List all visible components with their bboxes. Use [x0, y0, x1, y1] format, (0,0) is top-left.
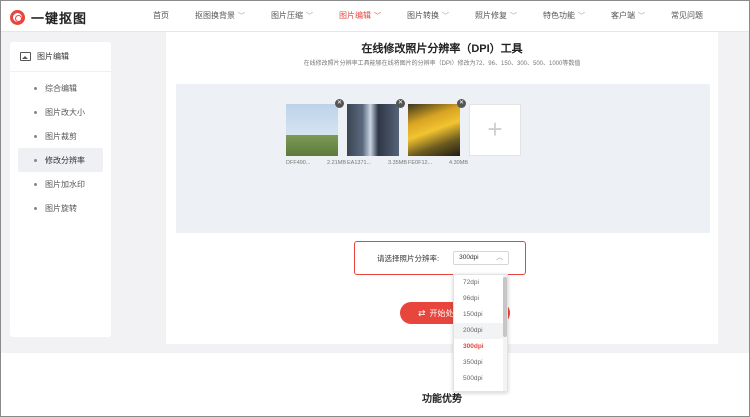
bullet-icon: [34, 158, 37, 162]
sidebar-item[interactable]: 修改分辨率: [18, 148, 103, 172]
dropdown-option[interactable]: 72dpi: [454, 275, 505, 291]
bullet-icon: [34, 86, 37, 90]
lower-section-bg: [0, 353, 750, 417]
sidebar-item[interactable]: 图片旋转: [18, 196, 103, 220]
thumbnail-image: [408, 104, 460, 156]
nav-item[interactable]: 图片转换 ﹀: [394, 0, 462, 32]
resolution-label: 请选择照片分辨率:: [377, 253, 440, 263]
nav-item[interactable]: 图片编辑 ﹀: [326, 0, 394, 32]
chevron-down-icon: ﹀: [238, 13, 245, 20]
logo[interactable]: 一键抠图: [10, 8, 87, 27]
thumbnail-1[interactable]: ✕ DFF490... 2.21MB: [286, 99, 346, 166]
chevron-down-icon: ﹀: [510, 13, 517, 20]
sidebar-item[interactable]: 图片加水印: [18, 172, 103, 196]
bullet-icon: [34, 134, 37, 138]
top-nav-bar: 一键抠图 首页 抠图换背景 ﹀ 图片压缩 ﹀ 图片编辑 ﹀ 图片转换 ﹀ 照片修复 ﹀ 特色功能 ﹀ 客户…: [0, 0, 750, 32]
nav-item-label: 特色功能: [543, 11, 575, 20]
dropdown-option[interactable]: 500dpi: [454, 371, 505, 387]
thumbnail-name: DFF490...: [286, 160, 311, 166]
resolution-selector-box: 请选择照片分辨率: 300dpi ︿: [354, 241, 526, 275]
nav-item-label: 常见问题: [671, 11, 703, 20]
resolution-value: 300dpi: [459, 254, 479, 261]
sidebar-item[interactable]: 图片改大小: [18, 100, 103, 124]
thumbnail-image: [286, 104, 338, 156]
dropdown-option[interactable]: 1000dpi: [454, 387, 505, 391]
sidebar-item-label: 图片旋转: [45, 203, 77, 213]
thumbnail-size: 3.35MB: [388, 160, 407, 166]
chevron-down-icon: ﹀: [374, 13, 381, 20]
upload-area[interactable]: ✕ DFF490... 2.21MB ✕ EA1371... 3.35MB ✕ …: [176, 84, 710, 233]
nav-item-label: 图片压缩: [271, 11, 303, 20]
thumbnail-image: [347, 104, 399, 156]
nav-item-label: 图片转换: [407, 11, 439, 20]
remove-icon[interactable]: ✕: [396, 99, 405, 108]
resolution-select[interactable]: 300dpi ︿: [453, 251, 510, 265]
nav-item[interactable]: 图片压缩 ﹀: [258, 0, 326, 32]
thumbnail-name: FE0F12...: [408, 160, 433, 166]
dropdown-scrollbar[interactable]: [503, 275, 507, 391]
nav-item[interactable]: 常见问题: [658, 0, 716, 32]
dropdown-scroll-thumb[interactable]: [503, 277, 507, 337]
dropdown-option[interactable]: 350dpi: [454, 355, 505, 371]
nav-item-label: 图片编辑: [339, 11, 371, 20]
nav-item-label: 首页: [153, 11, 169, 20]
add-image-button[interactable]: +: [469, 104, 521, 156]
logo-icon: [10, 10, 25, 25]
nav-item[interactable]: 抠图换背景 ﹀: [182, 0, 258, 32]
nav-item[interactable]: 客户端 ﹀: [598, 0, 658, 32]
bullet-icon: [34, 110, 37, 114]
dropdown-option[interactable]: 300dpi: [454, 339, 505, 355]
page-subtitle: 在线修改照片分辨率工具能够在线将图片的分辨率（DPI）修改为72、96、150、…: [303, 61, 581, 67]
resolution-dropdown: 72dpi 96dpi 150dpi 200dpi 300dpi 350dpi 500dpi…: [453, 274, 508, 392]
logo-text: 一键抠图: [31, 11, 88, 26]
thumbnail-size: 4.30MB: [449, 160, 468, 166]
sidebar-item-label: 综合编辑: [45, 83, 77, 93]
sidebar-list: 综合编辑图片改大小图片裁剪修改分辨率图片加水印图片旋转: [10, 76, 111, 220]
chevron-down-icon: ﹀: [442, 13, 449, 20]
bullet-icon: [34, 182, 37, 186]
dropdown-option[interactable]: 96dpi: [454, 291, 505, 307]
thumbnail-3[interactable]: ✕ FE0F12... 4.30MB: [408, 99, 468, 166]
sidebar-item[interactable]: 图片裁剪: [18, 124, 103, 148]
chevron-down-icon: ﹀: [306, 13, 313, 20]
page-title: 在线修改照片分辨率（DPI）工具: [361, 43, 523, 55]
chevron-down-icon: ﹀: [638, 13, 645, 20]
section-title: 功能优势: [422, 394, 462, 405]
sidebar-item-label: 图片裁剪: [45, 131, 77, 141]
sidebar: 图片编辑 综合编辑图片改大小图片裁剪修改分辨率图片加水印图片旋转: [10, 42, 111, 337]
remove-icon[interactable]: ✕: [457, 99, 466, 108]
thumbnail-2[interactable]: ✕ EA1371... 3.35MB: [347, 99, 407, 166]
sidebar-header: 图片编辑: [10, 42, 111, 72]
nav-item[interactable]: 首页: [140, 0, 182, 32]
dropdown-option[interactable]: 200dpi: [454, 323, 505, 339]
sidebar-header-label: 图片编辑: [37, 52, 69, 61]
nav-item[interactable]: 照片修复 ﹀: [462, 0, 530, 32]
main-nav: 首页 抠图换背景 ﹀ 图片压缩 ﹀ 图片编辑 ﹀ 图片转换 ﹀ 照片修复 ﹀ 特色功能 ﹀ 客户端 ﹀ 常见问…: [140, 0, 716, 32]
refresh-icon: ⇄: [418, 307, 426, 318]
dropdown-options: 72dpi 96dpi 150dpi 200dpi 300dpi 350dpi 500dpi…: [454, 275, 507, 391]
bullet-icon: [34, 206, 37, 210]
nav-item-label: 抠图换背景: [195, 11, 235, 20]
chevron-down-icon: ﹀: [578, 13, 585, 20]
nav-item-label: 照片修复: [475, 11, 507, 20]
chevron-up-icon: ︿: [496, 254, 504, 261]
nav-item[interactable]: 特色功能 ﹀: [530, 0, 598, 32]
dropdown-option[interactable]: 150dpi: [454, 307, 505, 323]
sidebar-item-label: 图片改大小: [45, 107, 85, 117]
remove-icon[interactable]: ✕: [335, 99, 344, 108]
nav-item-label: 客户端: [611, 11, 635, 20]
sidebar-item[interactable]: 综合编辑: [18, 76, 103, 100]
sidebar-item-label: 图片加水印: [45, 179, 85, 189]
sidebar-item-label: 修改分辨率: [45, 155, 85, 165]
thumbnail-name: EA1371...: [347, 160, 372, 166]
main-panel: 在线修改照片分辨率（DPI）工具 在线修改照片分辨率工具能够在线将图片的分辨率（…: [166, 32, 718, 344]
image-edit-icon: [20, 52, 31, 61]
thumbnail-size: 2.21MB: [327, 160, 346, 166]
